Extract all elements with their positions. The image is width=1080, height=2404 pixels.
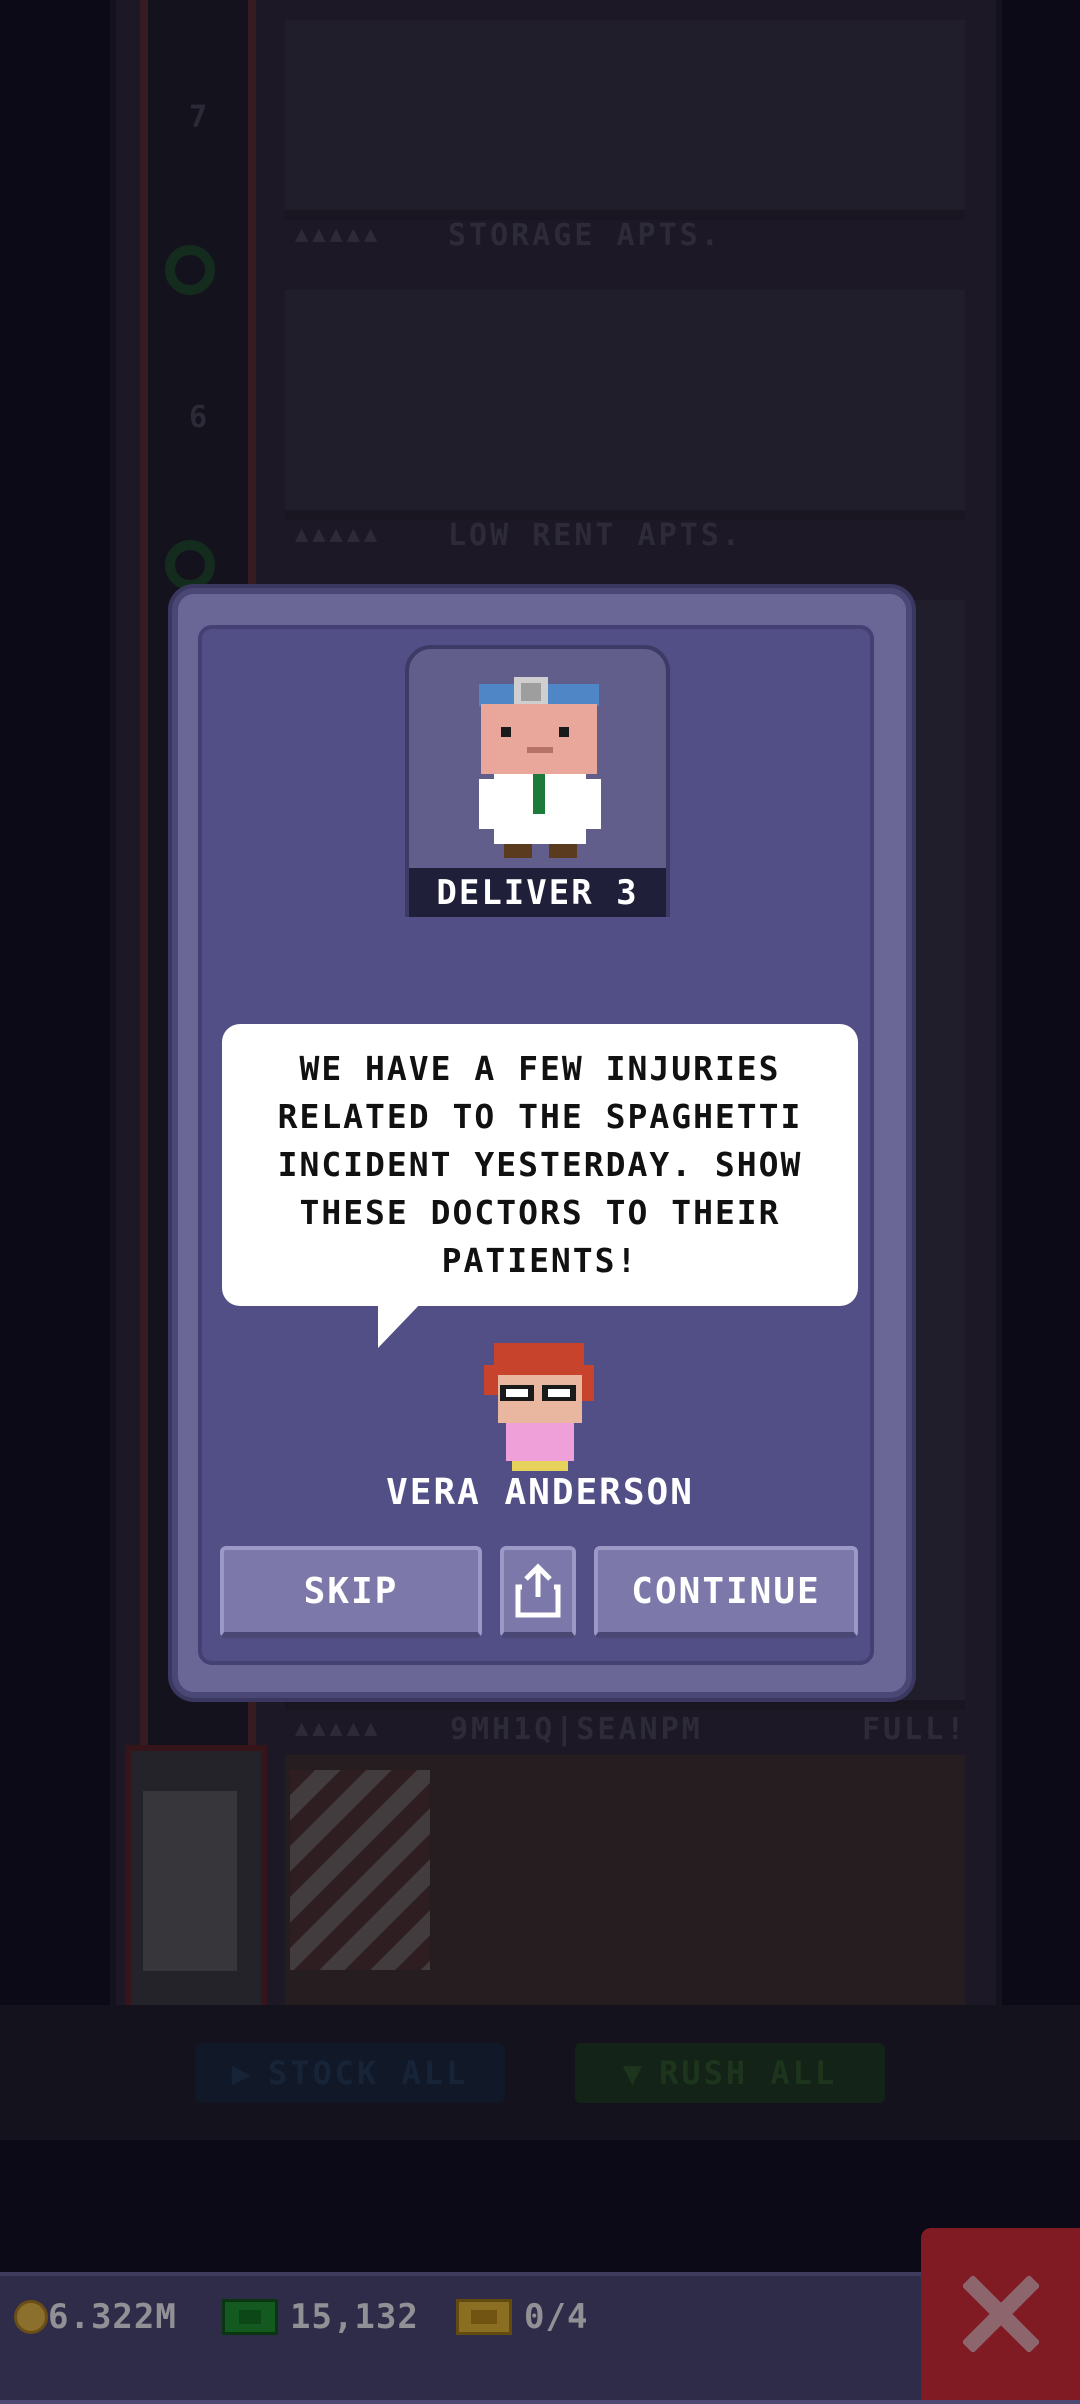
continue-button[interactable]: CONTINUE (594, 1546, 858, 1638)
mission-message: WE HAVE A FEW INJURIES RELATED TO THE SP… (277, 1049, 803, 1280)
doctor-avatar (479, 677, 601, 858)
mission-goal-label: DELIVER 3 (409, 868, 666, 917)
continue-label: CONTINUE (631, 1570, 821, 1612)
skip-button[interactable]: SKIP (220, 1546, 482, 1638)
speech-bubble: WE HAVE A FEW INJURIES RELATED TO THE SP… (222, 1024, 858, 1306)
speaker-avatar (484, 1343, 594, 1471)
speaker-name: VERA ANDERSON (386, 1472, 694, 1513)
speech-bubble-tail (378, 1300, 424, 1348)
share-icon (515, 1563, 561, 1618)
share-button[interactable] (500, 1546, 576, 1638)
skip-label: SKIP (303, 1570, 399, 1612)
